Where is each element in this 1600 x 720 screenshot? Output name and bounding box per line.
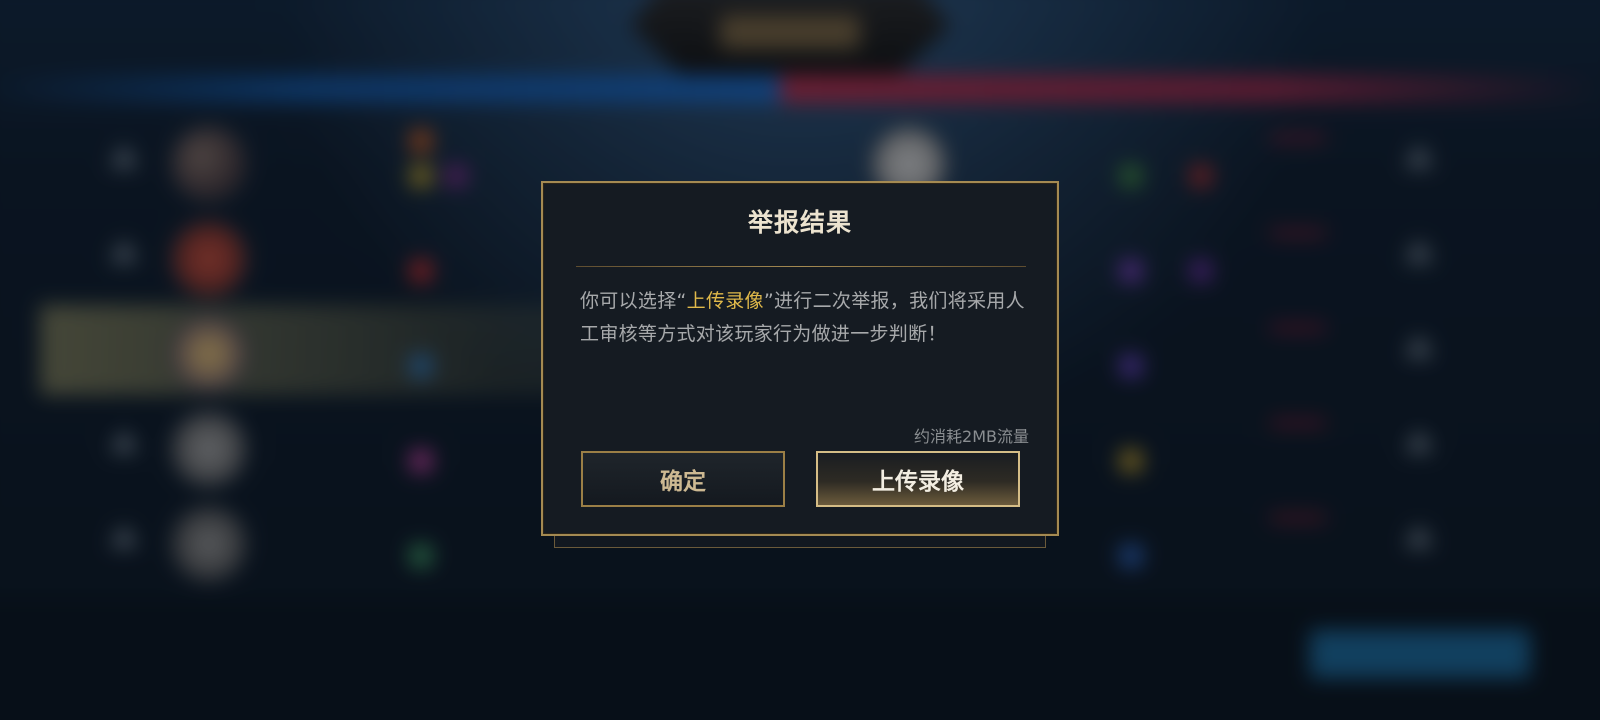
dialog-title: 举报结果 bbox=[747, 208, 852, 237]
data-usage-note: 约消耗2MB流量 bbox=[914, 427, 1029, 446]
message-highlight: 上传录像 bbox=[686, 290, 764, 312]
upload-replay-button-label: 上传录像 bbox=[872, 469, 964, 495]
game-scene: 举报结果 你可以选择“上传录像”进行二次举报，我们将采用人工审核等方式对该玩家行… bbox=[0, 0, 1600, 720]
title-divider bbox=[576, 266, 1026, 267]
upload-replay-button[interactable]: 上传录像 bbox=[816, 451, 1020, 507]
confirm-button[interactable]: 确定 bbox=[581, 451, 785, 507]
report-result-dialog: 举报结果 你可以选择“上传录像”进行二次举报，我们将采用人工审核等方式对该玩家行… bbox=[541, 181, 1059, 536]
message-text-before: 你可以选择“ bbox=[580, 290, 687, 312]
confirm-button-label: 确定 bbox=[660, 469, 706, 495]
dialog-message: 你可以选择“上传录像”进行二次举报，我们将采用人工审核等方式对该玩家行为做进一步… bbox=[580, 285, 1028, 351]
